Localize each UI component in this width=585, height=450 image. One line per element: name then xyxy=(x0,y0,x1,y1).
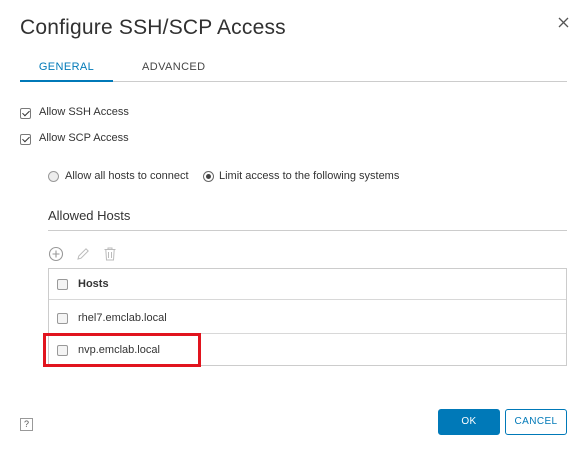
tab-bar: GENERAL ADVANCED xyxy=(20,55,567,82)
tab-advanced[interactable]: ADVANCED xyxy=(142,61,206,73)
help-icon[interactable]: ? xyxy=(20,418,33,431)
allowed-hosts-heading: Allowed Hosts xyxy=(48,208,131,223)
cancel-button[interactable]: CANCEL xyxy=(505,409,567,435)
allow-ssh-label: Allow SSH Access xyxy=(39,106,129,118)
host-cell: rhel7.emclab.local xyxy=(78,312,167,324)
allow-ssh-checkbox[interactable] xyxy=(20,108,31,119)
section-divider xyxy=(48,230,567,231)
close-icon[interactable] xyxy=(558,17,574,33)
configure-ssh-scp-dialog: Configure SSH/SCP Access GENERAL ADVANCE… xyxy=(0,0,585,450)
table-header-row: Hosts xyxy=(49,269,566,300)
table-row[interactable]: rhel7.emclab.local xyxy=(49,303,566,334)
ok-button[interactable]: OK xyxy=(438,409,500,435)
allow-all-hosts-label: Allow all hosts to connect xyxy=(65,170,189,182)
row-checkbox[interactable] xyxy=(57,313,68,324)
add-icon[interactable] xyxy=(48,246,64,267)
tab-general[interactable]: GENERAL xyxy=(20,61,113,82)
allow-all-hosts-radio[interactable] xyxy=(48,171,59,182)
allow-scp-label: Allow SCP Access xyxy=(39,132,129,144)
highlight-box xyxy=(43,333,201,367)
select-all-checkbox[interactable] xyxy=(57,279,68,290)
edit-icon[interactable] xyxy=(75,246,91,267)
limit-access-label: Limit access to the following systems xyxy=(219,170,400,182)
limit-access-radio[interactable] xyxy=(203,171,214,182)
dialog-title: Configure SSH/SCP Access xyxy=(20,16,286,39)
hosts-column-header: Hosts xyxy=(78,278,109,290)
delete-icon[interactable] xyxy=(102,246,118,267)
allow-scp-checkbox[interactable] xyxy=(20,134,31,145)
